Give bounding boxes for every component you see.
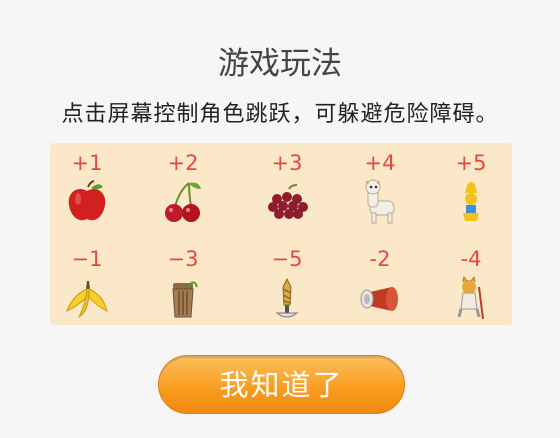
golden-statue-icon	[463, 182, 479, 221]
drill-icon	[275, 277, 299, 318]
item-score: -2	[369, 247, 391, 271]
dialog-description: 点击屏幕控制角色跳跃，可躲避危险障碍。	[61, 102, 499, 127]
bonus-item-grapes: +3	[255, 151, 319, 225]
dialog-title: 游戏玩法	[218, 46, 342, 82]
confirm-button-label: 我知道了	[219, 368, 344, 402]
banana-peel-icon	[66, 281, 108, 319]
bonus-item-statue: +5	[439, 151, 503, 225]
items-panel: +1 +2 +3 +4 +5 −1 −3 −5 -2 -4	[50, 143, 512, 325]
bonus-item-cherry: +2	[151, 151, 215, 225]
item-score: −5	[271, 247, 303, 271]
trash-can-icon	[172, 281, 198, 318]
item-score: +5	[455, 151, 487, 175]
cat-figure-icon	[457, 275, 484, 320]
item-score: -4	[460, 247, 482, 271]
bonus-item-alpaca: +4	[348, 151, 412, 225]
bonus-item-apple: +1	[55, 151, 119, 225]
penalty-item-drill: −5	[255, 247, 319, 321]
grapes-icon	[268, 184, 308, 219]
item-score: −3	[167, 247, 199, 271]
cherry-icon	[165, 182, 201, 222]
confirm-button[interactable]: 我知道了	[158, 355, 405, 414]
item-score: +3	[271, 151, 303, 175]
item-score: +4	[364, 151, 396, 175]
apple-icon	[68, 180, 106, 221]
penalty-item-megaphone: -2	[348, 247, 412, 321]
game-rules-dialog: 游戏玩法 点击屏幕控制角色跳跃，可躲避危险障碍。 +1 +2 +3 +4 +5 …	[0, 0, 560, 438]
item-score: −1	[71, 247, 103, 271]
alpaca-icon	[365, 179, 395, 224]
penalty-item-banana: −1	[55, 247, 119, 321]
penalty-item-cat: -4	[439, 247, 503, 321]
megaphone-icon	[360, 287, 398, 311]
item-score: +2	[167, 151, 199, 175]
item-score: +1	[71, 151, 103, 175]
penalty-item-trash: −3	[151, 247, 215, 321]
